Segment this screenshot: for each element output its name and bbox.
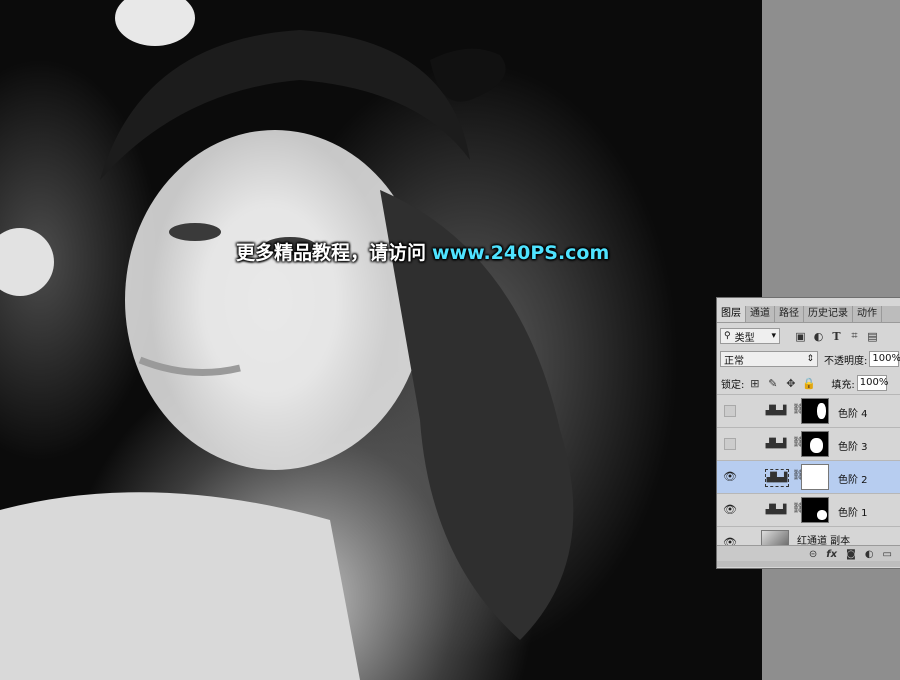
tab-layers[interactable]: 图层 xyxy=(717,306,746,322)
levels-adjustment-icon: ▟▙▟ xyxy=(765,505,787,515)
levels-adjustment-icon: ▟▙▟ xyxy=(765,469,789,487)
folder-icon[interactable]: ▭ xyxy=(883,549,892,560)
opacity-input[interactable]: 100% xyxy=(869,351,900,367)
layer-row-levels-2[interactable]: 👁 ▟▙▟ ⛓ 色阶 2 xyxy=(717,460,900,493)
opacity-label: 不透明度: xyxy=(824,355,868,367)
filter-kind-value: 类型 xyxy=(734,332,755,344)
lock-label: 锁定: xyxy=(721,379,745,391)
link-icon[interactable]: ⊝ xyxy=(809,549,817,560)
layer-thumbnail xyxy=(761,530,789,546)
levels-adjustment-icon: ▟▙▟ xyxy=(765,439,787,449)
fill-input[interactable]: 100% xyxy=(856,375,888,391)
panel-resize-grip[interactable] xyxy=(717,561,900,567)
layer-row-red-channel-copy[interactable]: 👁 红通道 副本 xyxy=(717,526,900,546)
watermark-url: www.240PS.com xyxy=(432,242,610,264)
tab-paths[interactable]: 路径 xyxy=(775,306,804,322)
layer-name: 色阶 4 xyxy=(838,409,868,420)
image-filter-icon[interactable]: ▣ xyxy=(794,330,807,343)
watermark-text: 更多精品教程，请访问 www.240PS.com xyxy=(236,238,609,265)
search-icon: ⚲ xyxy=(724,331,731,341)
watermark-cn: 更多精品教程，请访问 xyxy=(236,242,427,264)
fx-icon[interactable]: fx xyxy=(826,549,837,560)
blend-mode-select[interactable]: 正常 ⇕ xyxy=(720,351,818,367)
chevron-down-icon: ▾ xyxy=(771,331,776,341)
layer-name: 色阶 1 xyxy=(838,508,868,519)
add-mask-icon[interactable]: ◙ xyxy=(846,549,856,560)
adjustment-filter-icon[interactable]: ◐ xyxy=(812,330,825,343)
smart-object-filter-icon[interactable]: ▤ xyxy=(866,330,879,343)
type-filter-icon[interactable]: T xyxy=(830,330,843,343)
layer-row-levels-4[interactable]: ▟▙▟ ⛓ 色阶 4 xyxy=(717,394,900,427)
fill-label: 填充: xyxy=(831,379,855,391)
layer-row-levels-3[interactable]: ▟▙▟ ⛓ 色阶 3 xyxy=(717,427,900,460)
eye-icon[interactable]: 👁 xyxy=(723,471,737,483)
visibility-toggle[interactable] xyxy=(724,438,736,450)
panel-tabs: 图层 通道 路径 历史记录 动作 xyxy=(717,306,900,323)
layers-panel: 图层 通道 路径 历史记录 动作 ⚲ 类型 ▾ ▣ ◐ T ⌗ ▤ 正常 ⇕ 不… xyxy=(716,297,900,569)
adjustment-layer-icon[interactable]: ◐ xyxy=(865,549,874,560)
layer-name: 红通道 副本 xyxy=(797,536,851,546)
lock-row: 锁定: ⊞ ✎ ✥ 🔒 填充: 100% xyxy=(717,371,900,395)
visibility-toggle[interactable] xyxy=(724,405,736,417)
layer-name: 色阶 3 xyxy=(838,442,868,453)
lock-all-icon[interactable]: 🔒 xyxy=(802,377,816,390)
blend-mode-value: 正常 xyxy=(724,355,744,367)
chevron-updown-icon: ⇕ xyxy=(806,354,814,364)
filter-row: ⚲ 类型 ▾ ▣ ◐ T ⌗ ▤ xyxy=(717,324,900,348)
tab-actions[interactable]: 动作 xyxy=(853,306,882,322)
panel-footer: ⊝ fx ◙ ◐ ▭ xyxy=(717,545,900,562)
photo-canvas[interactable]: 更多精品教程，请访问 www.240PS.com xyxy=(0,0,762,680)
layer-mask-thumbnail[interactable] xyxy=(801,398,829,424)
tab-history[interactable]: 历史记录 xyxy=(804,306,853,322)
layer-row-levels-1[interactable]: 👁 ▟▙▟ ⛓ 色阶 1 xyxy=(717,493,900,526)
eye-icon[interactable]: 👁 xyxy=(723,504,737,516)
layer-mask-thumbnail[interactable] xyxy=(801,464,829,490)
tab-channels[interactable]: 通道 xyxy=(746,306,775,322)
layer-mask-thumbnail[interactable] xyxy=(801,431,829,457)
lock-move-icon[interactable]: ✥ xyxy=(784,377,797,390)
lock-brush-icon[interactable]: ✎ xyxy=(766,377,779,390)
portrait-image xyxy=(0,0,574,680)
layer-mask-thumbnail[interactable] xyxy=(801,497,829,523)
lock-transparency-icon[interactable]: ⊞ xyxy=(748,377,761,390)
shape-filter-icon[interactable]: ⌗ xyxy=(848,329,861,343)
blend-row: 正常 ⇕ 不透明度: 100% xyxy=(717,347,900,371)
layer-name: 色阶 2 xyxy=(838,475,868,486)
filter-kind-select[interactable]: ⚲ 类型 ▾ xyxy=(720,328,780,344)
levels-adjustment-icon: ▟▙▟ xyxy=(765,406,787,416)
